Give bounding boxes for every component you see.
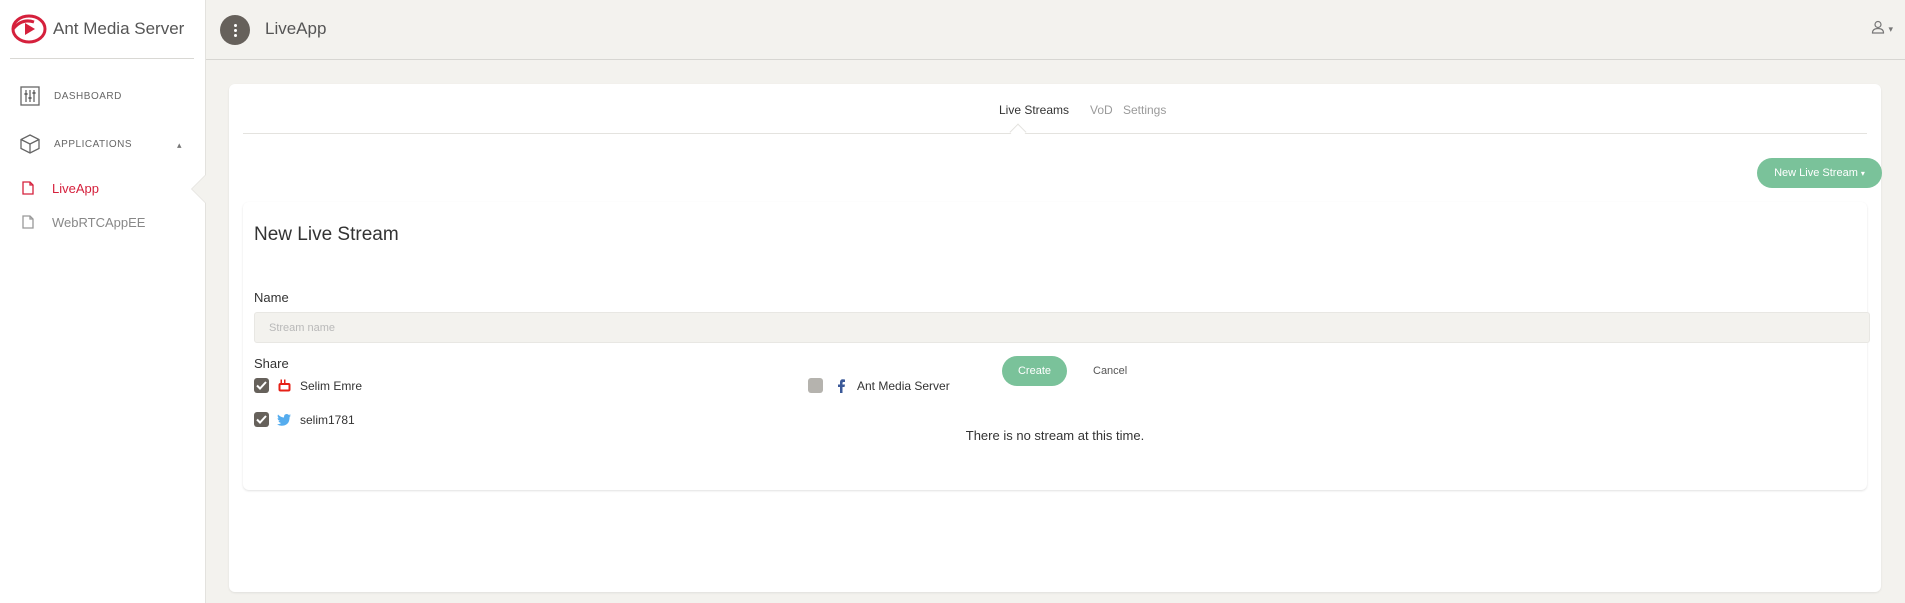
create-button[interactable]: Create xyxy=(1002,356,1067,386)
checkbox-unchecked[interactable] xyxy=(808,378,823,393)
active-tab-indicator xyxy=(1009,123,1027,141)
share-target-youtube[interactable]: Selim Emre xyxy=(254,378,362,393)
sidebar-item-applications[interactable]: APPLICATIONS xyxy=(20,134,132,154)
sidebar-item-label: LiveApp xyxy=(52,180,99,196)
empty-state-message: There is no stream at this time. xyxy=(965,428,1145,443)
new-live-stream-button[interactable]: New Live Stream ▾ xyxy=(1757,158,1882,188)
cancel-button[interactable]: Cancel xyxy=(1093,365,1127,377)
share-label: Share xyxy=(254,356,289,371)
sidebar: Ant Media Server DASHBOARD APPLICATIONS xyxy=(0,0,206,603)
page-title: LiveApp xyxy=(265,19,327,38)
share-target-twitter[interactable]: selim1781 xyxy=(254,412,355,427)
button-label: New Live Stream xyxy=(1774,167,1858,179)
file-icon xyxy=(22,180,36,196)
tab-live-streams[interactable]: Live Streams xyxy=(999,103,1069,117)
sidebar-item-liveapp[interactable]: LiveApp xyxy=(22,180,99,196)
dot xyxy=(233,28,237,32)
main-card: Live Streams VoD Settings New Live Strea… xyxy=(229,84,1882,592)
user-icon xyxy=(1871,20,1885,39)
dot xyxy=(233,23,237,27)
chevron-down-icon: ▾ xyxy=(1888,24,1893,34)
sidebar-item-label: DASHBOARD xyxy=(54,90,122,102)
sliders-icon xyxy=(20,86,40,106)
file-icon xyxy=(22,214,36,230)
chevron-up-icon[interactable]: ▴ xyxy=(177,140,182,151)
sidebar-item-label: WebRTCAppEE xyxy=(52,214,146,230)
sidebar-item-webrtcappee[interactable]: WebRTCAppEE xyxy=(22,214,145,230)
facebook-icon xyxy=(834,378,848,393)
twitter-icon xyxy=(277,413,291,427)
share-target-label: Selim Emre xyxy=(300,378,363,393)
sidebar-item-label: APPLICATIONS xyxy=(54,138,133,150)
tab-settings[interactable]: Settings xyxy=(1123,103,1166,117)
brand-name: Ant Media Server xyxy=(53,19,185,38)
stream-name-input[interactable] xyxy=(254,312,1870,343)
name-label: Name xyxy=(254,290,289,305)
new-live-stream-form: New Live Stream Name Share Selim Emre xyxy=(243,202,1870,490)
cube-icon xyxy=(20,134,40,154)
checkbox-checked[interactable] xyxy=(254,378,269,393)
tab-vod[interactable]: VoD xyxy=(1090,103,1113,117)
youtube-icon xyxy=(277,379,291,393)
share-target-label: Ant Media Server xyxy=(857,378,950,393)
dot xyxy=(233,33,237,37)
user-menu-button[interactable]: ▾ xyxy=(1871,20,1893,39)
more-vertical-button[interactable] xyxy=(220,15,250,45)
share-target-label: selim1781 xyxy=(300,412,355,427)
brand[interactable]: Ant Media Server xyxy=(10,0,194,59)
active-indicator xyxy=(192,175,206,203)
ant-media-logo-icon xyxy=(10,10,48,48)
sidebar-item-dashboard[interactable]: DASHBOARD xyxy=(20,86,122,106)
form-title: New Live Stream xyxy=(254,224,399,245)
share-target-facebook[interactable]: Ant Media Server xyxy=(808,378,950,393)
chevron-down-icon: ▾ xyxy=(1860,168,1865,178)
tab-bar: Live Streams VoD Settings xyxy=(243,84,1867,141)
checkbox-checked[interactable] xyxy=(254,412,269,427)
top-navbar: LiveApp ▾ xyxy=(206,0,1905,60)
